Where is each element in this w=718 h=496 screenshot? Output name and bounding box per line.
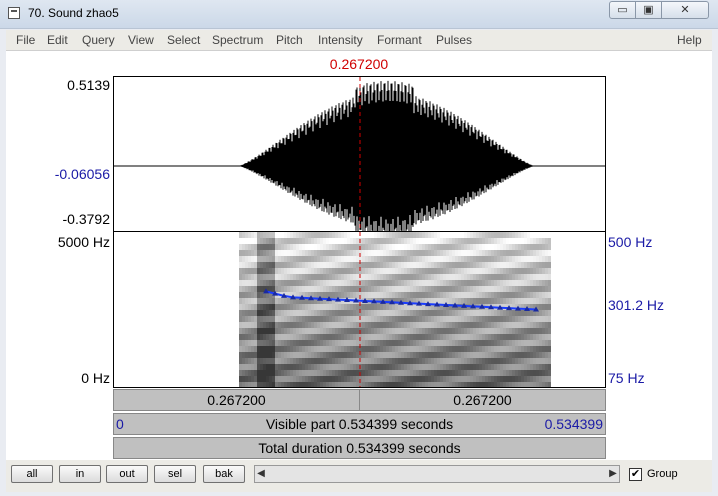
maximize-button[interactable]: ▣: [635, 1, 662, 19]
zoom-selection-button[interactable]: sel: [154, 465, 196, 483]
zoom-all-button[interactable]: all: [11, 465, 53, 483]
total-duration-bar[interactable]: Total duration 0.534399 seconds: [113, 437, 606, 459]
menu-edit[interactable]: Edit: [47, 33, 68, 47]
pitch-top-label: 500 Hz: [608, 234, 653, 250]
spectrogram-plot: [239, 232, 551, 387]
menu-pulses[interactable]: Pulses: [436, 33, 472, 47]
menu-intensity[interactable]: Intensity: [318, 33, 363, 47]
menu-view[interactable]: View: [128, 33, 154, 47]
menu-spectrum[interactable]: Spectrum: [212, 33, 263, 47]
waveform-cursor-value: -0.06056: [54, 166, 110, 182]
spectrogram-fmax-label: 5000 Hz: [57, 234, 110, 250]
menu-pitch[interactable]: Pitch: [276, 33, 303, 47]
time-scrollbar[interactable]: [254, 465, 620, 483]
visible-start-label: 0: [116, 416, 124, 432]
pitch-current-label: 301.2 Hz: [608, 297, 665, 313]
time-bar-left[interactable]: 0.267200: [113, 389, 360, 411]
waveform-trace: [239, 80, 535, 231]
spectrogram-texture: [239, 232, 551, 387]
waveform-ymin-label: -0.3792: [62, 211, 110, 227]
visible-part-label: Visible part 0.534399 seconds: [265, 416, 454, 432]
app-icon: [8, 7, 20, 19]
time-bar-right[interactable]: 0.267200: [359, 389, 606, 411]
cursor-time-label: 0.267200: [329, 56, 389, 72]
menu-help[interactable]: Help: [677, 33, 702, 47]
spectrogram-panel[interactable]: [113, 232, 606, 388]
scroll-right-arrow-icon[interactable]: ▶: [606, 465, 620, 483]
waveform-plot: [114, 77, 605, 231]
group-checkbox[interactable]: ✔: [629, 468, 642, 481]
menu-file[interactable]: File: [16, 33, 35, 47]
menu-formant[interactable]: Formant: [377, 33, 422, 47]
zoom-in-button[interactable]: in: [59, 465, 101, 483]
close-button[interactable]: ✕: [661, 1, 709, 19]
pitch-bottom-label: 75 Hz: [608, 370, 645, 386]
visible-end-label: 0.534399: [544, 416, 603, 432]
zoom-out-button[interactable]: out: [106, 465, 148, 483]
waveform-panel[interactable]: [113, 76, 606, 232]
window-title: 70. Sound zhao5: [28, 6, 119, 20]
visible-part-bar[interactable]: 0 Visible part 0.534399 seconds 0.534399: [113, 413, 606, 435]
minimize-button[interactable]: ▭: [609, 1, 636, 19]
zoom-back-button[interactable]: bak: [203, 465, 245, 483]
spectrogram-fmin-label: 0 Hz: [81, 370, 110, 386]
menu-query[interactable]: Query: [82, 33, 115, 47]
menu-select[interactable]: Select: [167, 33, 200, 47]
scroll-left-arrow-icon[interactable]: ◀: [254, 465, 268, 483]
group-label: Group: [647, 468, 678, 480]
waveform-ymax-label: 0.5139: [67, 77, 110, 93]
